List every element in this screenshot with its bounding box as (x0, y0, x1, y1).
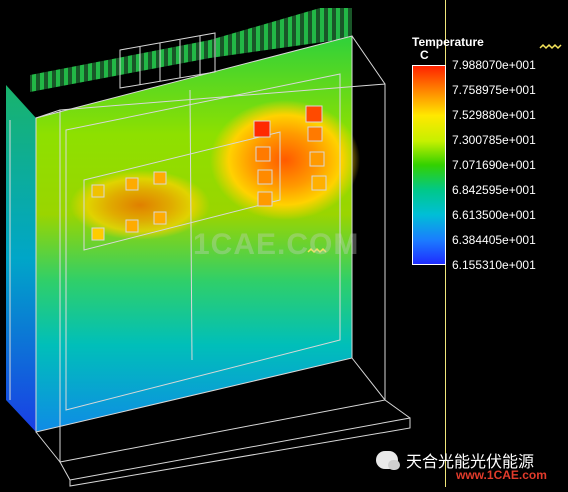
legend-value-label: 6.384405e+001 (452, 233, 536, 247)
legend-value-label: 7.758975e+001 (452, 83, 536, 97)
legend-value-label: 7.300785e+001 (452, 133, 536, 147)
legend-value-label: 7.529880e+001 (452, 108, 536, 122)
legend-value-label: 7.071690e+001 (452, 158, 536, 172)
legend-value-label: 7.988070e+001 (452, 58, 536, 72)
wechat-icon (376, 451, 400, 470)
corner-logo: www.1CAE.com (456, 468, 547, 482)
legend-unit: C (420, 48, 429, 62)
thermal-viewport[interactable]: 1CAE.COM Temperature C 7.988070e+001 7.75… (0, 0, 568, 487)
hot-spot-region (210, 100, 360, 220)
temperature-legend: Temperature C 7.988070e+001 7.758975e+001… (408, 36, 568, 276)
legend-value-label: 6.613500e+001 (452, 208, 536, 222)
legend-color-bar (412, 65, 446, 265)
legend-value-label: 6.155310e+001 (452, 258, 536, 272)
watermark-text: 1CAE.COM (193, 228, 360, 261)
legend-value-label: 6.842595e+001 (452, 183, 536, 197)
